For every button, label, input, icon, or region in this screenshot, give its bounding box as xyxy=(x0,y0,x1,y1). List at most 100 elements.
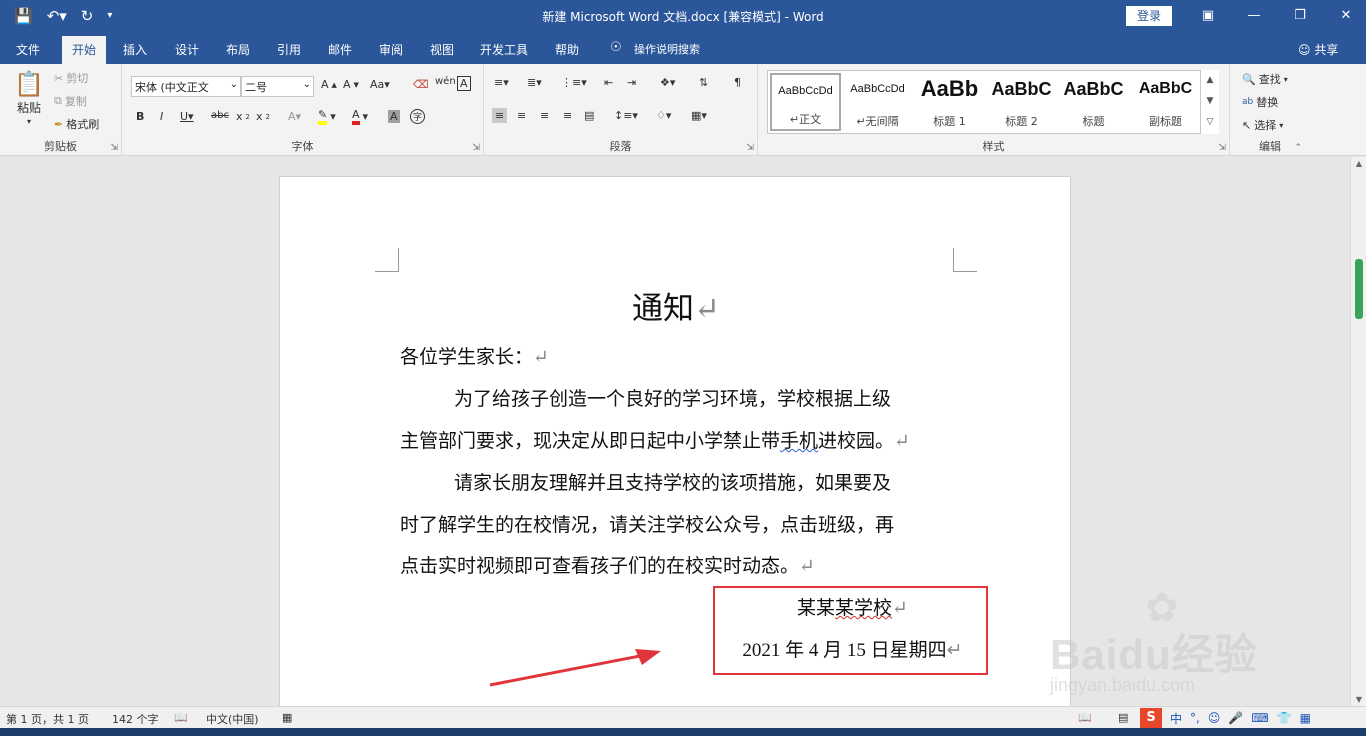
tab-file[interactable]: 文件 xyxy=(16,41,40,58)
tell-me-search[interactable]: 操作说明搜索 xyxy=(634,41,700,57)
minimize-icon[interactable]: — xyxy=(1231,4,1277,28)
numbering-icon[interactable]: ≣▾ xyxy=(527,76,542,89)
line-spacing-icon[interactable]: ↕≡▾ xyxy=(614,109,638,122)
subscript-icon[interactable]: x2 xyxy=(236,110,250,123)
keyboard-icon[interactable]: ⌨ xyxy=(1251,711,1268,725)
skin-icon[interactable]: 👕 xyxy=(1277,711,1292,725)
font-color-icon[interactable]: A ▾ xyxy=(352,108,368,125)
chinese-mode-icon[interactable]: 中 xyxy=(1170,710,1182,727)
style-heading-2[interactable]: AaBbC 标题 2 xyxy=(986,73,1057,131)
read-mode-icon[interactable]: 📖 xyxy=(1078,711,1092,724)
character-shading-icon[interactable]: A xyxy=(388,110,400,123)
ribbon-display-options-icon[interactable]: ▣ xyxy=(1185,4,1231,28)
maximize-icon[interactable]: ❐ xyxy=(1277,4,1323,28)
search-icon: 🔍 xyxy=(1242,72,1256,86)
scroll-up-icon[interactable]: ▲ xyxy=(1351,159,1366,168)
tab-help[interactable]: 帮助 xyxy=(555,41,579,58)
style-title[interactable]: AaBbC 标题 xyxy=(1058,73,1129,131)
italic-icon[interactable]: I xyxy=(160,110,163,123)
emoji-icon[interactable]: ☺ xyxy=(1208,711,1221,725)
tab-mailings[interactable]: 邮件 xyxy=(328,41,352,58)
clear-formatting-icon[interactable]: ⌫ xyxy=(413,78,429,91)
replace-button[interactable]: ab 替换 xyxy=(1242,94,1278,110)
styles-scroll[interactable]: ▲ ▼ ▽ xyxy=(1200,70,1219,134)
distributed-icon[interactable]: ▤ xyxy=(584,109,594,122)
character-border-icon[interactable]: A xyxy=(457,76,471,91)
dialog-launcher-icon[interactable]: ⇲ xyxy=(110,143,118,153)
format-painter-button[interactable]: ✒ 格式刷 xyxy=(54,116,99,132)
tab-design[interactable]: 设计 xyxy=(175,41,199,58)
sort-icon[interactable]: ⇅ xyxy=(699,76,708,89)
tab-developer[interactable]: 开发工具 xyxy=(480,41,528,58)
toolbox-icon[interactable]: ▦ xyxy=(1300,711,1311,725)
cut-button[interactable]: ✂ 剪切 xyxy=(54,70,88,86)
dialog-launcher-icon[interactable]: ⇲ xyxy=(746,143,754,153)
replace-icon: ab xyxy=(1242,97,1254,107)
underline-icon[interactable]: U▾ xyxy=(180,110,194,123)
strikethrough-icon[interactable]: abc xyxy=(211,110,229,121)
find-button[interactable]: 🔍 查找 ▾ xyxy=(1242,71,1288,87)
microphone-icon[interactable]: 🎤 xyxy=(1228,711,1243,725)
borders-icon[interactable]: ▦▾ xyxy=(691,109,707,122)
sogou-logo-icon[interactable]: S xyxy=(1140,708,1162,728)
enclose-characters-icon[interactable]: 字 xyxy=(410,109,425,124)
document-page[interactable]: 通知↵ 各位学生家长：↵ 为了给孩子创造一个良好的学习环境，学校根据上级 主管部… xyxy=(279,176,1071,706)
style-normal[interactable]: AaBbCcDd ↵正文 xyxy=(770,73,841,131)
chevron-up-icon[interactable]: ▲ xyxy=(1201,70,1219,91)
share-button[interactable]: ☺ 共享 xyxy=(1298,41,1338,58)
proofing-icon[interactable]: 📖 xyxy=(174,711,188,724)
chevron-down-icon[interactable]: ▼ xyxy=(1201,91,1219,112)
bullets-icon[interactable]: ≡▾ xyxy=(494,76,509,89)
align-left-icon[interactable]: ≡ xyxy=(492,108,508,123)
select-button[interactable]: ↖ 选择 ▾ xyxy=(1242,117,1283,133)
tab-review[interactable]: 审阅 xyxy=(379,41,403,58)
decrease-indent-icon[interactable]: ⇤ xyxy=(604,76,613,89)
show-hide-marks-icon[interactable]: ¶ xyxy=(734,76,741,89)
change-case-icon[interactable]: Aa▾ xyxy=(370,78,390,91)
macro-recording-icon[interactable]: ▦ xyxy=(282,711,292,724)
tab-layout[interactable]: 布局 xyxy=(226,41,250,58)
chinese-layout-icon[interactable]: ❖▾ xyxy=(660,76,675,89)
scrollbar-thumb[interactable] xyxy=(1355,259,1363,319)
language-indicator[interactable]: 中文(中国) xyxy=(206,711,259,727)
scroll-down-icon[interactable]: ▼ xyxy=(1351,695,1366,704)
style-heading-1[interactable]: AaBb 标题 1 xyxy=(914,73,985,131)
paste-button[interactable]: 📋 粘贴 ▾ xyxy=(14,70,44,126)
dialog-launcher-icon[interactable]: ⇲ xyxy=(472,143,480,153)
style-preview: AaBbC xyxy=(1138,80,1193,97)
shrink-font-icon[interactable]: A ▼ xyxy=(343,78,359,91)
dialog-launcher-icon[interactable]: ⇲ xyxy=(1218,143,1226,153)
page-count[interactable]: 第 1 页，共 1 页 xyxy=(6,711,89,727)
style-no-spacing[interactable]: AaBbCcDd ↵无间隔 xyxy=(842,73,913,131)
tab-view[interactable]: 视图 xyxy=(430,41,454,58)
font-size-combo[interactable]: 二号 ⌄ xyxy=(241,76,314,97)
style-preview: AaBbC xyxy=(1063,79,1124,99)
punctuation-icon[interactable]: °, xyxy=(1190,711,1200,725)
vertical-scrollbar[interactable]: ▲ ▼ xyxy=(1350,157,1366,706)
more-styles-icon[interactable]: ▽ xyxy=(1201,112,1219,133)
collapse-ribbon-icon[interactable]: ⌃ xyxy=(1294,143,1302,153)
copy-button[interactable]: ⧉ 复制 xyxy=(54,93,87,109)
highlight-color-icon[interactable]: ✎ ▾ xyxy=(318,108,336,125)
shading-icon[interactable]: ♢▾ xyxy=(656,109,671,122)
tab-home[interactable]: 开始 xyxy=(62,36,107,64)
align-right-icon[interactable]: ≡ xyxy=(540,109,549,122)
phonetic-guide-icon[interactable]: wén xyxy=(435,76,456,87)
multilevel-list-icon[interactable]: ⋮≡▾ xyxy=(561,76,587,89)
text-effects-icon[interactable]: A▾ xyxy=(288,110,301,123)
tab-references[interactable]: 引用 xyxy=(277,41,301,58)
grow-font-icon[interactable]: A ▲ xyxy=(321,78,337,91)
login-button[interactable]: 登录 xyxy=(1126,6,1172,26)
red-arrow xyxy=(489,649,661,687)
justify-icon[interactable]: ≡ xyxy=(563,109,572,122)
print-layout-icon[interactable]: ▤ xyxy=(1118,711,1128,724)
close-icon[interactable]: ✕ xyxy=(1323,4,1366,28)
increase-indent-icon[interactable]: ⇥ xyxy=(627,76,636,89)
bold-icon[interactable]: B xyxy=(136,110,144,123)
tab-insert[interactable]: 插入 xyxy=(123,41,147,58)
font-name-combo[interactable]: 宋体 (中文正文 ⌄ xyxy=(131,76,241,97)
style-subtitle[interactable]: AaBbC 副标题 xyxy=(1130,73,1201,131)
word-count[interactable]: 142 个字 xyxy=(112,711,159,727)
align-center-icon[interactable]: ≡ xyxy=(517,109,526,122)
superscript-icon[interactable]: x2 xyxy=(256,110,270,123)
